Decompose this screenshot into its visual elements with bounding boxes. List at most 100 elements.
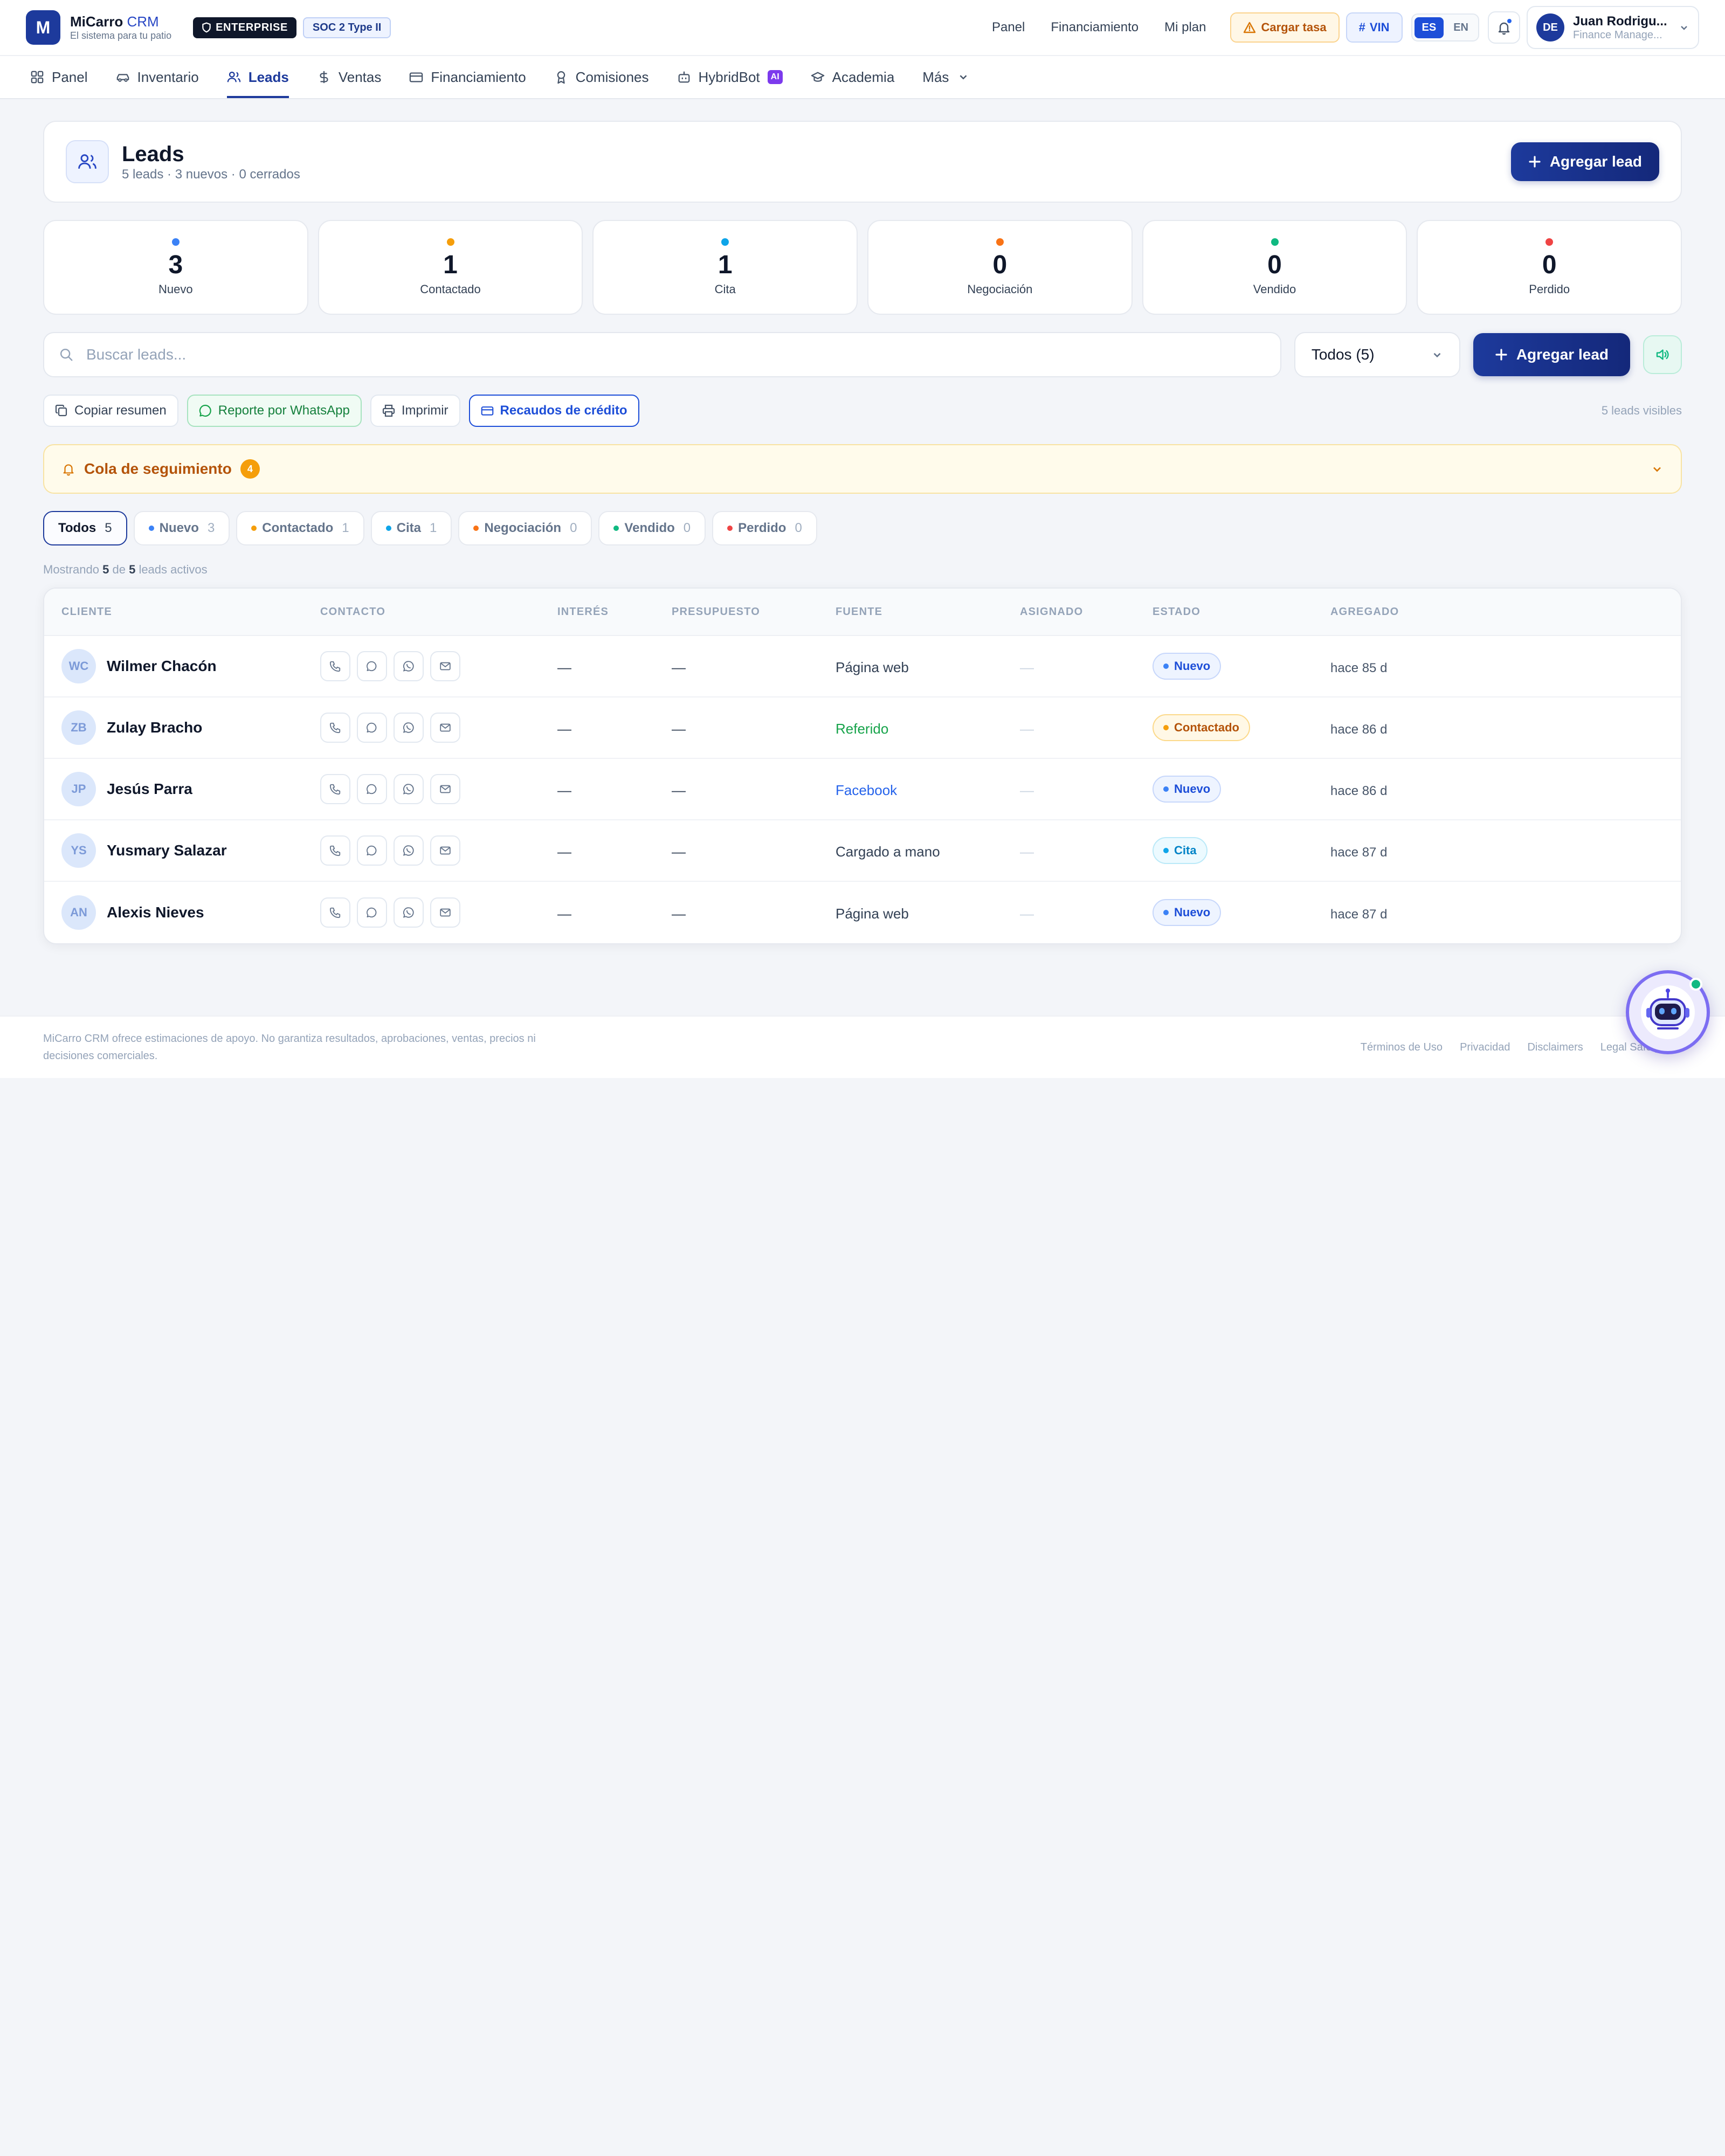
footer-link-terms[interactable]: Términos de Uso xyxy=(1361,1041,1443,1054)
stat-card-cita[interactable]: 1 Cita xyxy=(592,220,858,315)
tab-panel[interactable]: Panel xyxy=(30,56,88,98)
whatsapp-icon[interactable] xyxy=(394,774,424,804)
table-row[interactable]: JP Jesús Parra — — Facebook — Nuevo hace 86 d xyxy=(44,759,1681,820)
soc2-badge: SOC 2 Type II xyxy=(302,17,391,38)
sms-icon[interactable] xyxy=(357,835,387,866)
top-link-financiamiento[interactable]: Financiamiento xyxy=(1051,20,1138,35)
whatsapp-report-button[interactable]: Reporte por WhatsApp xyxy=(187,395,362,427)
filter-pill-vendido[interactable]: Vendido 0 xyxy=(598,511,706,545)
follow-up-queue[interactable]: Cola de seguimiento 4 xyxy=(43,444,1682,494)
stat-value: 0 xyxy=(1542,251,1557,279)
phone-icon[interactable] xyxy=(320,774,350,804)
page-title: Leads xyxy=(122,142,184,166)
email-icon[interactable] xyxy=(430,713,460,743)
whatsapp-icon[interactable] xyxy=(394,835,424,866)
notifications-button[interactable] xyxy=(1488,11,1520,44)
email-icon[interactable] xyxy=(430,774,460,804)
top-link-mi-plan[interactable]: Mi plan xyxy=(1164,20,1206,35)
client-name[interactable]: Jesús Parra xyxy=(107,780,192,798)
vin-button[interactable]: # VIN xyxy=(1346,12,1403,43)
tab-financiamiento[interactable]: Financiamiento xyxy=(409,56,526,98)
stat-card-nuevo[interactable]: 3 Nuevo xyxy=(43,220,308,315)
status-badge[interactable]: Nuevo xyxy=(1153,899,1222,926)
status-badge[interactable]: Cita xyxy=(1153,837,1208,864)
stat-card-perdido[interactable]: 0 Perdido xyxy=(1417,220,1682,315)
col-agregado[interactable]: AGREGADO xyxy=(1330,606,1681,618)
tab-academia[interactable]: Academia xyxy=(811,56,894,98)
add-lead-button[interactable]: Agregar lead xyxy=(1510,142,1659,181)
phone-icon[interactable] xyxy=(320,713,350,743)
whatsapp-icon[interactable] xyxy=(394,651,424,681)
interest-value: — xyxy=(557,843,571,860)
filter-pill-negociación[interactable]: Negociación 0 xyxy=(458,511,592,545)
copy-summary-button[interactable]: Copiar resumen xyxy=(43,395,178,427)
stat-card-vendido[interactable]: 0 Vendido xyxy=(1142,220,1407,315)
lang-es[interactable]: ES xyxy=(1414,17,1444,38)
table-row[interactable]: ZB Zulay Bracho — — Referido — Contactado hace … xyxy=(44,697,1681,759)
col-interes[interactable]: INTERÉS xyxy=(557,606,672,618)
phone-icon[interactable] xyxy=(320,897,350,928)
email-icon[interactable] xyxy=(430,897,460,928)
email-icon[interactable] xyxy=(430,835,460,866)
status-badge[interactable]: Nuevo xyxy=(1153,653,1222,680)
tab-ventas[interactable]: Ventas xyxy=(317,56,381,98)
app-logo[interactable]: M xyxy=(26,10,60,45)
client-name[interactable]: Alexis Nieves xyxy=(107,904,204,921)
client-name[interactable]: Wilmer Chacón xyxy=(107,658,217,675)
stat-card-negociación[interactable]: 0 Negociación xyxy=(867,220,1133,315)
sound-toggle-button[interactable] xyxy=(1643,335,1682,374)
visible-leads-count: 5 leads visibles xyxy=(1601,404,1682,417)
tab-hybridbot[interactable]: HybridBot AI xyxy=(677,56,783,98)
top-link-panel[interactable]: Panel xyxy=(992,20,1025,35)
whatsapp-icon[interactable] xyxy=(394,713,424,743)
filter-pill-perdido[interactable]: Perdido 0 xyxy=(712,511,817,545)
status-badge[interactable]: Nuevo xyxy=(1153,776,1222,803)
client-name[interactable]: Zulay Bracho xyxy=(107,719,202,736)
phone-icon[interactable] xyxy=(320,651,350,681)
showing-count: Mostrando 5 de 5 leads activos xyxy=(43,563,208,576)
sms-icon[interactable] xyxy=(357,651,387,681)
col-fuente[interactable]: FUENTE xyxy=(836,606,1020,618)
footer-link-disclaimers[interactable]: Disclaimers xyxy=(1527,1041,1583,1054)
leads-page: M MiCarro CRM El sistema para tu patio E… xyxy=(0,0,1725,1078)
status-dot xyxy=(473,526,479,531)
brand-name: MiCarro CRM xyxy=(70,13,159,30)
sms-icon[interactable] xyxy=(357,713,387,743)
filter-pill-cita[interactable]: Cita 1 xyxy=(370,511,452,545)
lang-en[interactable]: EN xyxy=(1446,17,1476,38)
add-lead-button-secondary[interactable]: Agregar lead xyxy=(1473,333,1630,376)
credit-requirements-button[interactable]: Recaudos de crédito xyxy=(468,395,639,427)
user-menu[interactable]: DE Juan Rodrigu... Finance Manage... xyxy=(1527,6,1699,49)
footer-link-privacy[interactable]: Privacidad xyxy=(1460,1041,1510,1054)
email-icon[interactable] xyxy=(430,651,460,681)
col-estado[interactable]: ESTADO xyxy=(1153,606,1330,618)
cargar-tasa-button[interactable]: Cargar tasa xyxy=(1230,12,1340,43)
tab-comisiones[interactable]: Comisiones xyxy=(554,56,649,98)
table-row[interactable]: YS Yusmary Salazar — — Cargado a mano — Cita ha… xyxy=(44,820,1681,882)
col-presupuesto[interactable]: PRESUPUESTO xyxy=(672,606,836,618)
tab-inventario[interactable]: Inventario xyxy=(116,56,199,98)
phone-icon[interactable] xyxy=(320,835,350,866)
col-asignado[interactable]: ASIGNADO xyxy=(1020,606,1153,618)
print-button[interactable]: Imprimir xyxy=(370,395,460,427)
stat-value: 3 xyxy=(168,251,183,279)
status-badge[interactable]: Contactado xyxy=(1153,714,1250,741)
status-filter-select[interactable]: Todos (5) xyxy=(1294,332,1460,377)
col-cliente[interactable]: CLIENTE xyxy=(44,606,320,618)
whatsapp-icon[interactable] xyxy=(394,897,424,928)
stat-card-contactado[interactable]: 1 Contactado xyxy=(318,220,583,315)
search-input[interactable] xyxy=(86,346,1265,363)
sms-icon[interactable] xyxy=(357,897,387,928)
table-row[interactable]: AN Alexis Nieves — — Página web — Nuevo hace 87… xyxy=(44,882,1681,943)
status-dot xyxy=(1163,910,1169,915)
sms-icon[interactable] xyxy=(357,774,387,804)
filter-pill-nuevo[interactable]: Nuevo 3 xyxy=(133,511,230,545)
hybridbot-assistant-button[interactable] xyxy=(1626,970,1710,1054)
table-row[interactable]: WC Wilmer Chacón — — Página web — Nuevo hace 85… xyxy=(44,636,1681,697)
filter-pill-contactado[interactable]: Contactado 1 xyxy=(236,511,364,545)
source-value: Facebook xyxy=(836,782,898,798)
filter-pill-todos[interactable]: Todos 5 xyxy=(43,511,127,545)
tab-leads[interactable]: Leads xyxy=(226,56,289,98)
client-name[interactable]: Yusmary Salazar xyxy=(107,842,227,859)
tab-mas[interactable]: Más xyxy=(922,56,970,98)
